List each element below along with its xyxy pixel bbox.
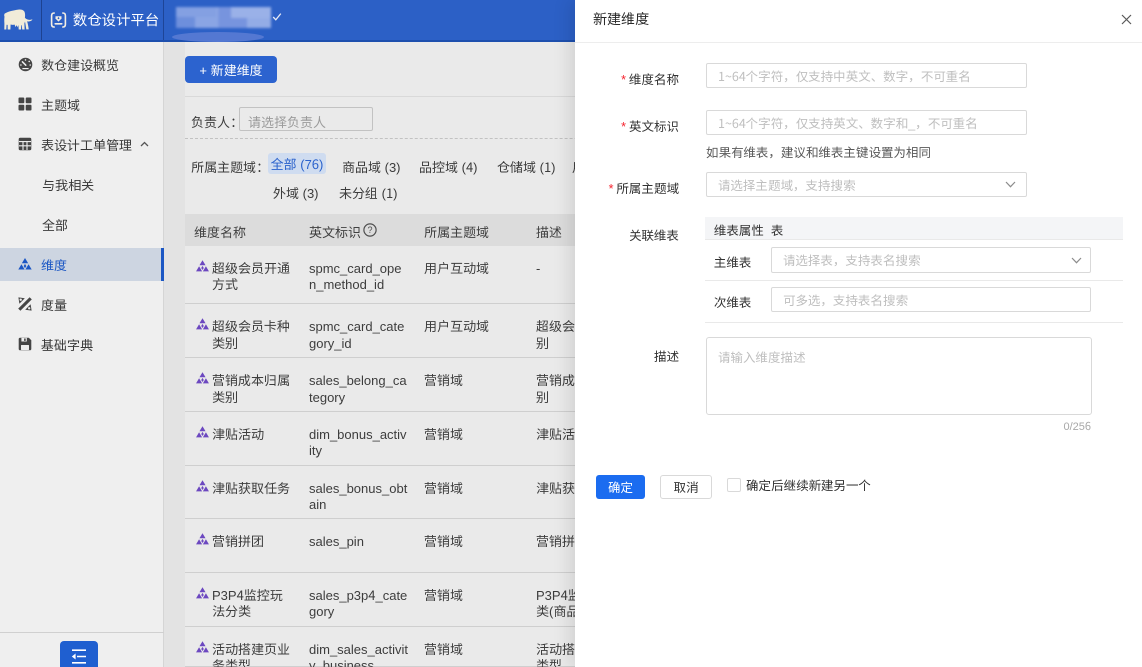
- svg-text:?: ?: [367, 225, 372, 235]
